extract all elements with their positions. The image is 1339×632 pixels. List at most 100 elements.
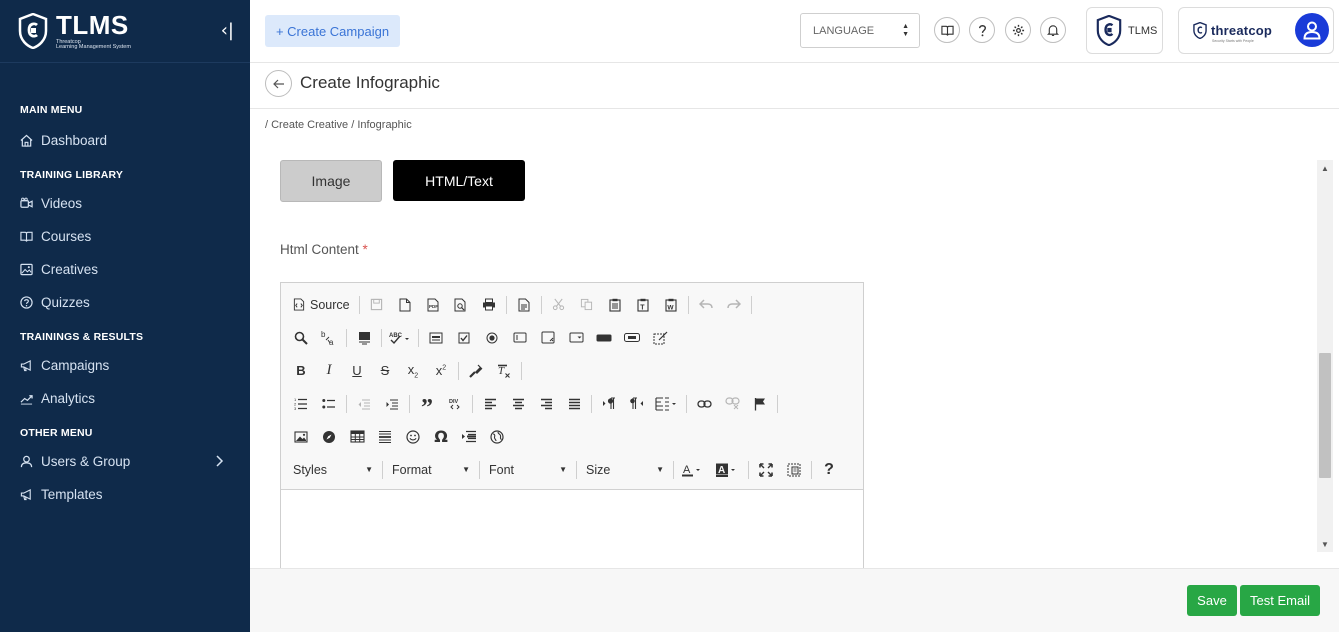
sidebar-item-creatives[interactable]: Creatives [0,253,250,286]
settings-icon[interactable] [1005,17,1031,43]
content-scrollbar[interactable]: ▲ ▼ [1317,160,1333,552]
outdent-icon[interactable] [350,393,378,415]
create-campaign-button[interactable]: + Create Campaign [265,15,400,47]
replace-icon[interactable]: ba [315,327,343,349]
scroll-down-arrow-icon[interactable]: ▼ [1321,540,1329,549]
test-email-button[interactable]: Test Email [1240,585,1320,616]
show-blocks-icon[interactable] [780,459,808,481]
table-icon[interactable] [343,426,371,448]
back-button[interactable] [265,70,292,97]
remove-format-icon[interactable]: T [490,360,518,382]
page-break-icon[interactable] [455,426,483,448]
redo-icon[interactable] [720,294,748,316]
scroll-up-arrow-icon[interactable]: ▲ [1321,164,1329,173]
format-combo[interactable]: Format ▼ [386,459,476,481]
preview-icon[interactable] [447,294,475,316]
bulleted-list-icon[interactable] [315,393,343,415]
language-select[interactable]: LANGUAGE ▲ ▼ [800,13,920,48]
templates-icon[interactable] [510,294,538,316]
source-button[interactable]: Source [287,294,356,316]
toolbar-separator [382,460,383,479]
styles-combo-label: Styles [293,462,328,477]
strikethrough-icon[interactable]: S [371,360,399,382]
create-div-icon[interactable]: DIV [441,393,469,415]
styles-combo[interactable]: Styles ▼ [287,459,379,481]
save-doc-icon[interactable] [363,294,391,316]
paste-text-icon[interactable]: T [629,294,657,316]
avatar[interactable] [1295,13,1329,47]
copy-formatting-icon[interactable] [462,360,490,382]
text-field-icon[interactable] [506,327,534,349]
justify-icon[interactable] [560,393,588,415]
maximize-icon[interactable] [752,459,780,481]
book-icon[interactable] [934,17,960,43]
size-combo[interactable]: Size ▼ [580,459,670,481]
sidebar-item-users-group[interactable]: Users & Group [0,445,250,478]
sidebar-item-campaigns[interactable]: Campaigns [0,349,250,382]
find-icon[interactable] [287,327,315,349]
select-all-icon[interactable] [350,327,378,349]
font-combo[interactable]: Font ▼ [483,459,573,481]
cut-icon[interactable] [545,294,573,316]
save-button[interactable]: Save [1187,585,1237,616]
iframe-globe-icon[interactable] [483,426,511,448]
unlink-icon[interactable] [718,393,746,415]
smiley-icon[interactable] [399,426,427,448]
new-page-icon[interactable] [391,294,419,316]
paste-from-word-icon[interactable]: W [657,294,685,316]
sidebar-item-dashboard[interactable]: Dashboard [0,124,250,157]
background-color-icon[interactable]: A [711,459,745,481]
select-field-icon[interactable] [562,327,590,349]
spellcheck-icon[interactable]: ABC [385,327,415,349]
language-dropdown-icon[interactable] [651,393,683,415]
tab-image[interactable]: Image [280,160,382,202]
hidden-field-icon[interactable] [646,327,674,349]
blockquote-icon[interactable]: ” [413,393,441,421]
text-direction-rtl-icon[interactable] [623,393,651,415]
form-icon[interactable] [422,327,450,349]
superscript-icon[interactable]: x2 [427,360,455,382]
numbered-list-icon[interactable]: 123 [287,393,315,415]
undo-icon[interactable] [692,294,720,316]
image-button-icon[interactable] [618,327,646,349]
bold-icon[interactable]: B [287,360,315,382]
editor-content-area[interactable] [281,490,863,568]
insert-image-icon[interactable] [287,426,315,448]
scrollbar-thumb[interactable] [1319,353,1331,478]
sidebar-item-templates[interactable]: Templates [0,478,250,511]
button-field-icon[interactable] [590,327,618,349]
underline-icon[interactable]: U [343,360,371,382]
link-icon[interactable] [690,393,718,415]
tab-html-text[interactable]: HTML/Text [393,160,525,201]
align-left-icon[interactable] [476,393,504,415]
subscript-icon[interactable]: x2 [399,360,427,382]
sidebar-item-analytics[interactable]: Analytics [0,382,250,415]
align-right-icon[interactable] [532,393,560,415]
horizontal-line-icon[interactable] [371,426,399,448]
text-direction-ltr-icon[interactable] [595,393,623,415]
text-color-icon[interactable]: A [677,459,711,481]
threatcop-brand-badge[interactable]: threatcop Security Starts with People [1178,7,1334,54]
help-icon[interactable] [969,17,995,43]
align-center-icon[interactable] [504,393,532,415]
indent-icon[interactable] [378,393,406,415]
paste-icon[interactable] [601,294,629,316]
sidebar-collapse-icon[interactable]: ‹| [221,20,234,41]
tlms-brand-badge[interactable]: TLMS [1086,7,1163,54]
textarea-icon[interactable] [534,327,562,349]
sidebar-item-courses[interactable]: Courses [0,220,250,253]
sidebar-item-quizzes[interactable]: Quizzes [0,286,250,319]
checkbox-icon[interactable] [450,327,478,349]
sidebar-item-videos[interactable]: Videos [0,187,250,220]
radio-button-icon[interactable] [478,327,506,349]
about-help-icon[interactable]: ? [815,459,843,481]
special-char-omega-icon[interactable]: Ω [427,426,455,448]
export-pdf-icon[interactable]: PDF [419,294,447,316]
copy-icon[interactable] [573,294,601,316]
flash-compass-icon[interactable] [315,426,343,448]
anchor-flag-icon[interactable] [746,393,774,415]
select-arrows-icon: ▲ ▼ [902,23,909,38]
bell-icon[interactable] [1040,17,1066,43]
print-icon[interactable] [475,294,503,316]
italic-icon[interactable]: I [315,360,343,382]
